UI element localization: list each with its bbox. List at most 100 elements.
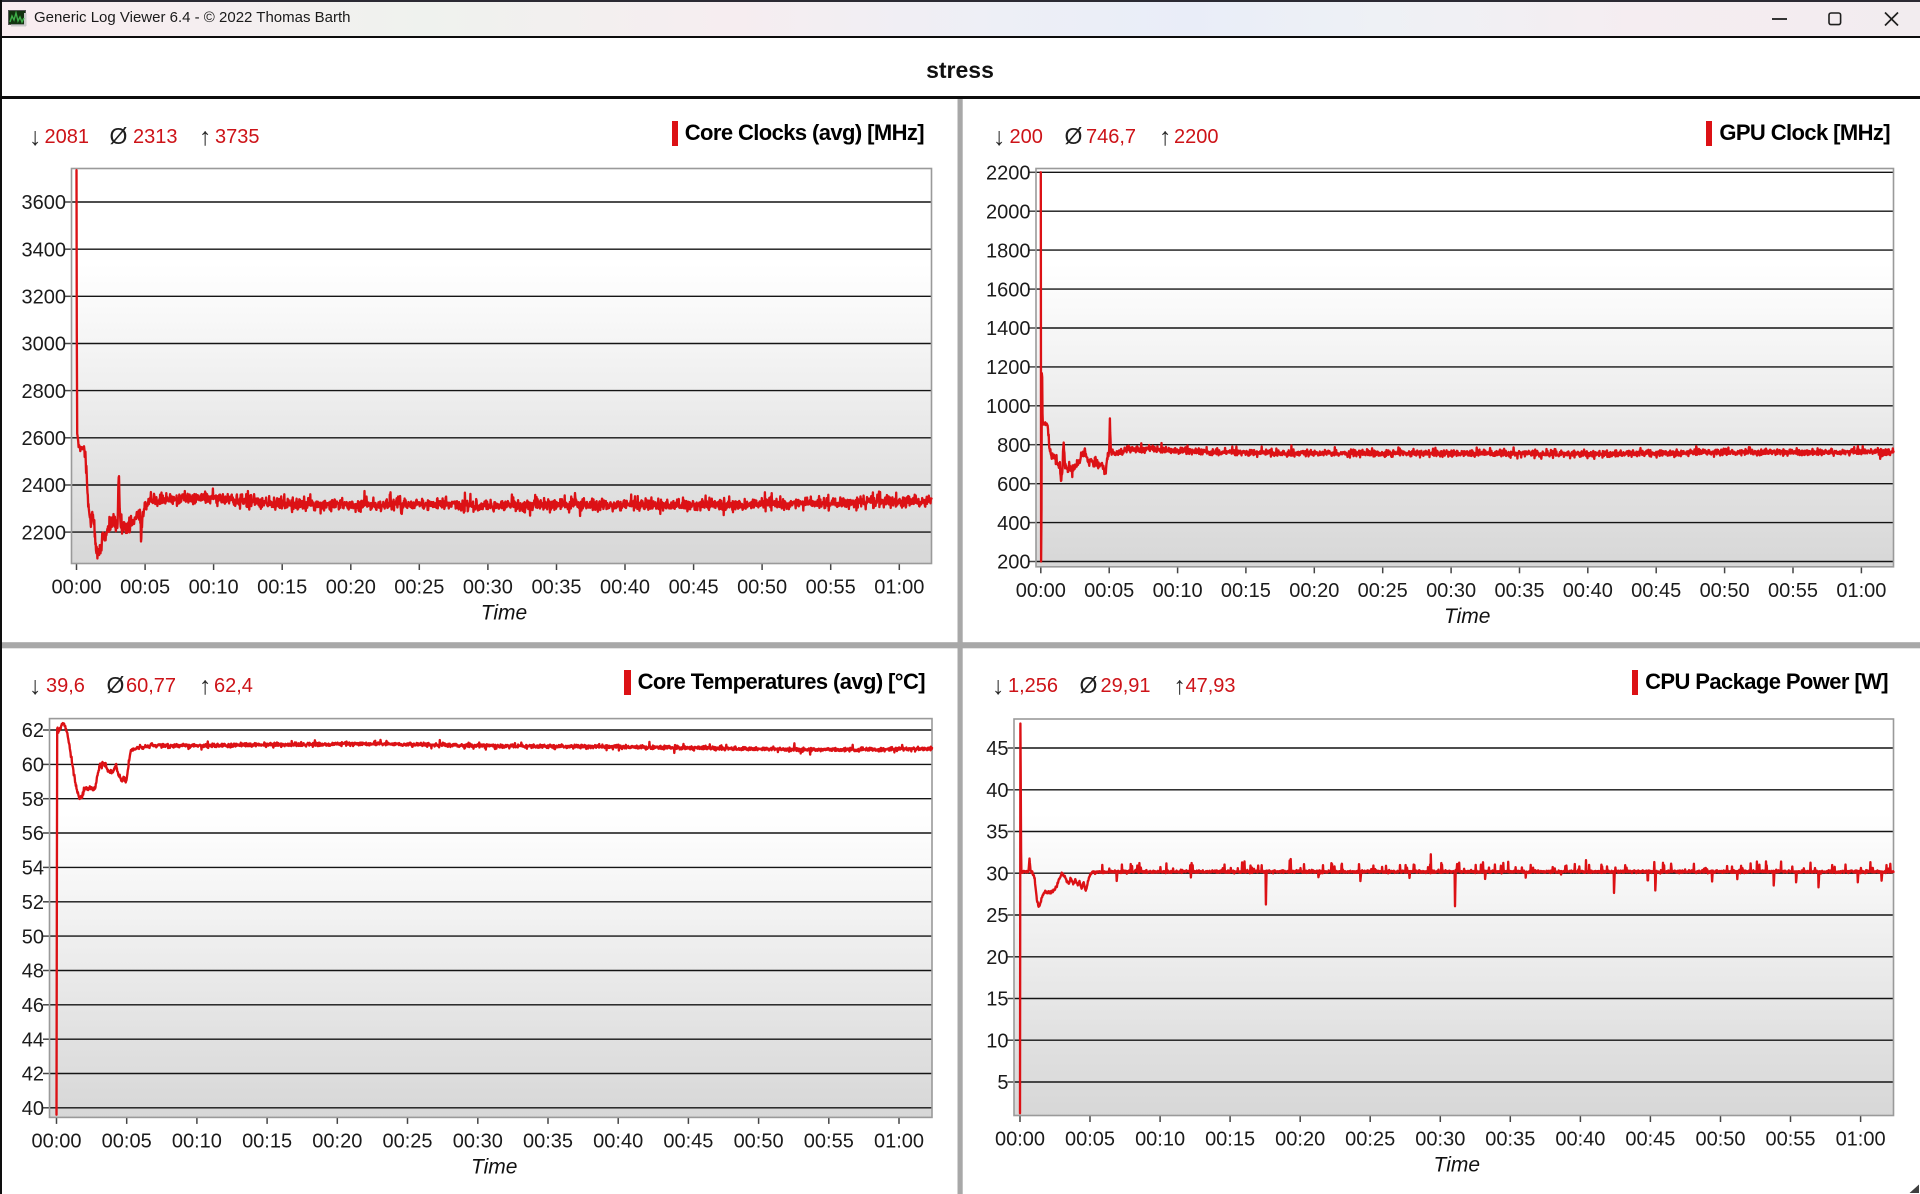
svg-text:Ø: Ø <box>110 123 128 149</box>
svg-text:00:25: 00:25 <box>1358 580 1408 602</box>
svg-text:1,256: 1,256 <box>1008 675 1058 697</box>
svg-text:58: 58 <box>22 789 44 811</box>
svg-text:1800: 1800 <box>986 240 1031 262</box>
svg-text:00:25: 00:25 <box>382 1130 432 1152</box>
svg-text:2800: 2800 <box>22 381 67 403</box>
svg-text:Time: Time <box>1434 1154 1480 1177</box>
svg-text:3200: 3200 <box>22 287 67 309</box>
svg-text:400: 400 <box>997 513 1030 535</box>
svg-text:47,93: 47,93 <box>1186 675 1236 697</box>
svg-text:01:00: 01:00 <box>1836 580 1886 602</box>
svg-text:200: 200 <box>1010 126 1043 148</box>
svg-text:00:20: 00:20 <box>1275 1129 1325 1151</box>
svg-text:10: 10 <box>986 1031 1008 1053</box>
svg-text:00:10: 00:10 <box>189 577 239 599</box>
svg-text:60,77: 60,77 <box>126 675 176 697</box>
svg-text:56: 56 <box>22 823 44 845</box>
svg-text:3000: 3000 <box>22 334 67 356</box>
svg-text:↑: ↑ <box>199 123 212 151</box>
svg-text:40: 40 <box>22 1098 44 1120</box>
svg-text:2200: 2200 <box>986 163 1031 185</box>
svg-text:746,7: 746,7 <box>1086 126 1136 148</box>
svg-text:00:10: 00:10 <box>1153 580 1203 602</box>
svg-text:00:45: 00:45 <box>1625 1129 1675 1151</box>
svg-text:00:35: 00:35 <box>531 577 581 599</box>
svg-text:5: 5 <box>997 1072 1008 1094</box>
svg-text:00:10: 00:10 <box>1135 1129 1185 1151</box>
svg-text:29,91: 29,91 <box>1101 675 1151 697</box>
svg-text:00:55: 00:55 <box>1765 1129 1815 1151</box>
svg-text:62: 62 <box>22 720 44 742</box>
svg-text:3600: 3600 <box>22 192 67 214</box>
svg-text:Time: Time <box>481 602 527 625</box>
svg-text:1400: 1400 <box>986 318 1031 340</box>
svg-text:2200: 2200 <box>1174 126 1219 148</box>
svg-text:45: 45 <box>986 738 1008 760</box>
svg-text:00:40: 00:40 <box>1563 580 1613 602</box>
svg-text:00:55: 00:55 <box>1768 580 1818 602</box>
svg-text:↓: ↓ <box>29 123 42 151</box>
svg-text:2200: 2200 <box>22 522 67 544</box>
svg-text:62,4: 62,4 <box>214 675 253 697</box>
svg-text:00:20: 00:20 <box>312 1130 362 1152</box>
svg-text:48: 48 <box>22 961 44 983</box>
svg-text:00:05: 00:05 <box>120 577 170 599</box>
svg-text:2600: 2600 <box>22 428 67 450</box>
svg-text:01:00: 01:00 <box>874 577 924 599</box>
svg-text:2000: 2000 <box>986 201 1031 223</box>
svg-text:40: 40 <box>986 780 1008 802</box>
svg-text:↑: ↑ <box>1159 123 1172 151</box>
svg-text:↓: ↓ <box>992 672 1005 700</box>
svg-text:00:10: 00:10 <box>172 1130 222 1152</box>
svg-text:00:30: 00:30 <box>453 1130 503 1152</box>
svg-text:Ø: Ø <box>107 672 125 698</box>
svg-text:42: 42 <box>22 1064 44 1086</box>
svg-text:00:35: 00:35 <box>523 1130 573 1152</box>
svg-text:00:40: 00:40 <box>593 1130 643 1152</box>
svg-text:3735: 3735 <box>215 126 260 148</box>
svg-text:00:55: 00:55 <box>804 1130 854 1152</box>
svg-text:46: 46 <box>22 995 44 1017</box>
svg-text:00:30: 00:30 <box>463 577 513 599</box>
svg-text:20: 20 <box>986 947 1008 969</box>
svg-text:Ø: Ø <box>1080 672 1098 698</box>
svg-text:00:15: 00:15 <box>1205 1129 1255 1151</box>
svg-text:00:15: 00:15 <box>1221 580 1271 602</box>
svg-text:00:20: 00:20 <box>1289 580 1339 602</box>
svg-text:54: 54 <box>22 858 44 880</box>
svg-text:3400: 3400 <box>22 239 67 261</box>
svg-text:00:00: 00:00 <box>1016 580 1066 602</box>
svg-text:Time: Time <box>1444 605 1490 628</box>
svg-text:25: 25 <box>986 905 1008 927</box>
svg-text:00:00: 00:00 <box>51 577 101 599</box>
svg-text:00:40: 00:40 <box>600 577 650 599</box>
svg-text:01:00: 01:00 <box>1836 1129 1886 1151</box>
svg-text:00:40: 00:40 <box>1555 1129 1605 1151</box>
svg-text:00:45: 00:45 <box>663 1130 713 1152</box>
svg-text:00:55: 00:55 <box>806 577 856 599</box>
svg-text:00:50: 00:50 <box>1700 580 1750 602</box>
svg-text:600: 600 <box>997 474 1030 496</box>
svg-text:00:35: 00:35 <box>1494 580 1544 602</box>
svg-text:00:00: 00:00 <box>31 1130 81 1152</box>
svg-text:1200: 1200 <box>986 357 1031 379</box>
svg-text:↓: ↓ <box>29 672 42 700</box>
svg-text:00:50: 00:50 <box>1695 1129 1745 1151</box>
svg-text:00:20: 00:20 <box>326 577 376 599</box>
svg-text:2313: 2313 <box>133 126 178 148</box>
svg-text:1600: 1600 <box>986 279 1031 301</box>
svg-text:60: 60 <box>22 755 44 777</box>
svg-text:00:05: 00:05 <box>102 1130 152 1152</box>
svg-text:200: 200 <box>997 552 1030 574</box>
svg-text:39,6: 39,6 <box>46 675 85 697</box>
svg-text:2081: 2081 <box>45 126 90 148</box>
svg-text:Time: Time <box>471 1155 517 1178</box>
svg-text:00:45: 00:45 <box>1631 580 1681 602</box>
svg-text:44: 44 <box>22 1029 44 1051</box>
svg-text:15: 15 <box>986 989 1008 1011</box>
svg-text:00:15: 00:15 <box>242 1130 292 1152</box>
svg-text:52: 52 <box>22 892 44 914</box>
svg-text:Ø: Ø <box>1065 123 1083 149</box>
svg-text:1000: 1000 <box>986 396 1031 418</box>
svg-text:00:45: 00:45 <box>669 577 719 599</box>
